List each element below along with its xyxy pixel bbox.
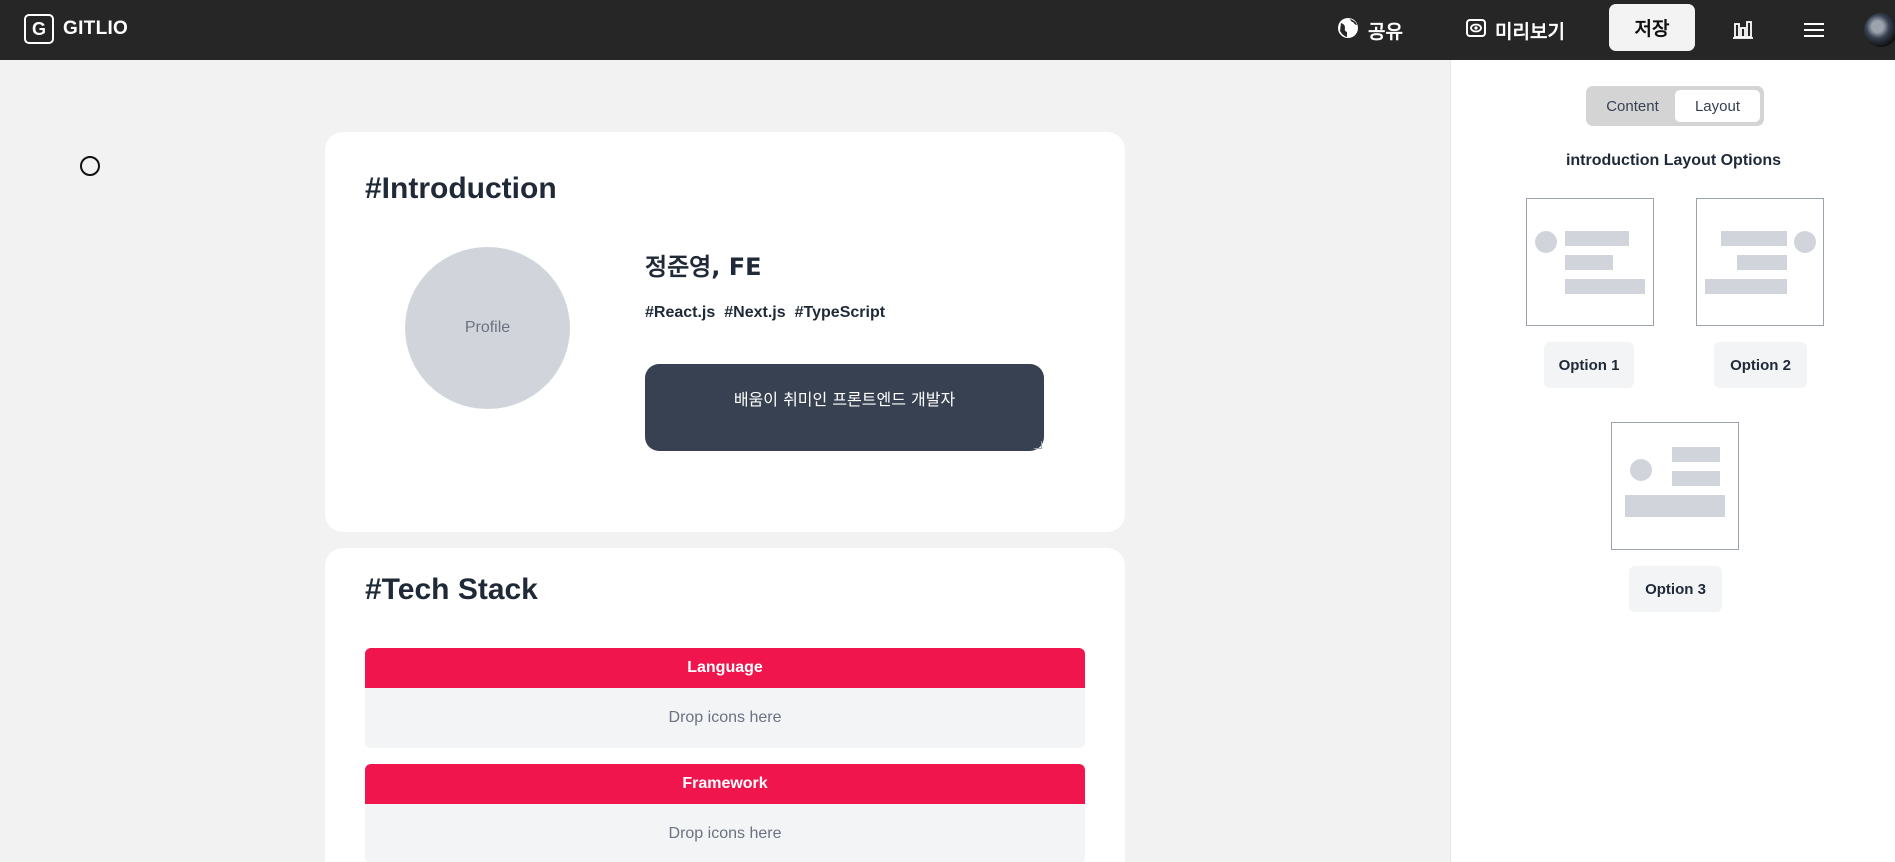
- cursor-circle-icon: [80, 156, 100, 176]
- preview-line-shape: [1737, 255, 1787, 270]
- layout-option-3-preview[interactable]: [1611, 422, 1739, 550]
- globe-icon: [1336, 16, 1360, 45]
- preview-line-shape: [1565, 231, 1629, 246]
- layout-panel: Content Layout introduction Layout Optio…: [1450, 60, 1895, 862]
- hamburger-menu-icon[interactable]: [1800, 16, 1828, 44]
- preview-avatar-shape: [1794, 231, 1816, 253]
- bio-textarea[interactable]: 배움이 취미인 프론트엔드 개발자: [645, 364, 1044, 451]
- preview-button[interactable]: 미리보기: [1465, 0, 1565, 60]
- preview-line-shape: [1672, 471, 1720, 486]
- stack-category-heading: Framework: [365, 764, 1085, 804]
- tech-stack-section[interactable]: #Tech Stack Language Drop icons here Fra…: [325, 548, 1125, 862]
- panel-title: introduction Layout Options: [1565, 152, 1782, 169]
- section-title: #Introduction: [365, 172, 557, 205]
- skill-tag[interactable]: #Next.js: [724, 304, 785, 322]
- layout-option-2-preview[interactable]: [1696, 198, 1824, 326]
- skill-tag[interactable]: #TypeScript: [795, 304, 885, 322]
- stack-category-heading: Language: [365, 648, 1085, 688]
- brand-name: GITLIO: [63, 18, 129, 39]
- panel-tab-switch: Content Layout: [1586, 86, 1764, 126]
- stack-category-language: Language Drop icons here: [365, 648, 1085, 748]
- preview-line-shape: [1565, 279, 1645, 294]
- layout-option-1-preview[interactable]: [1526, 198, 1654, 326]
- preview-line-shape: [1721, 231, 1787, 246]
- option-3-button[interactable]: Option 3: [1629, 566, 1722, 612]
- gitlio-logo-icon: G: [24, 14, 54, 44]
- preview-label: 미리보기: [1495, 20, 1565, 43]
- person-name[interactable]: 정준영, FE: [645, 247, 762, 282]
- user-avatar[interactable]: [1864, 13, 1895, 47]
- icon-drop-zone[interactable]: Drop icons here: [365, 688, 1085, 748]
- preview-line-shape: [1705, 279, 1787, 294]
- save-button[interactable]: 저장: [1609, 4, 1695, 51]
- top-bar: G GITLIO 공유 미리보기 저장: [0, 0, 1895, 60]
- preview-avatar-shape: [1535, 231, 1557, 253]
- bar-chart-icon[interactable]: [1729, 16, 1757, 44]
- profile-label: Profile: [464, 319, 511, 336]
- skill-tag[interactable]: #React.js: [645, 304, 715, 322]
- share-label: 공유: [1368, 20, 1403, 43]
- preview-avatar-shape: [1630, 459, 1652, 481]
- stack-category-framework: Framework Drop icons here: [365, 764, 1085, 862]
- preview-line-shape: [1672, 447, 1720, 462]
- profile-image[interactable]: Profile: [405, 247, 570, 409]
- share-button[interactable]: 공유: [1336, 0, 1403, 60]
- preview-line-shape: [1565, 255, 1613, 270]
- tab-layout[interactable]: Layout: [1675, 90, 1760, 122]
- bio-text: 배움이 취미인 프론트엔드 개발자: [733, 390, 956, 409]
- option-2-button[interactable]: Option 2: [1714, 342, 1807, 388]
- option-1-button[interactable]: Option 1: [1544, 342, 1634, 388]
- section-title: #Tech Stack: [365, 573, 538, 606]
- brand[interactable]: G GITLIO: [24, 14, 128, 44]
- icon-drop-zone[interactable]: Drop icons here: [365, 804, 1085, 862]
- introduction-section[interactable]: #Introduction Profile 정준영, FE #React.js …: [325, 132, 1125, 532]
- preview-line-shape: [1625, 495, 1725, 517]
- resize-handle-icon[interactable]: [1034, 441, 1042, 449]
- skill-tags: #React.js #Next.js #TypeScript: [645, 304, 885, 322]
- eye-icon: [1465, 17, 1487, 44]
- tab-content[interactable]: Content: [1590, 90, 1675, 122]
